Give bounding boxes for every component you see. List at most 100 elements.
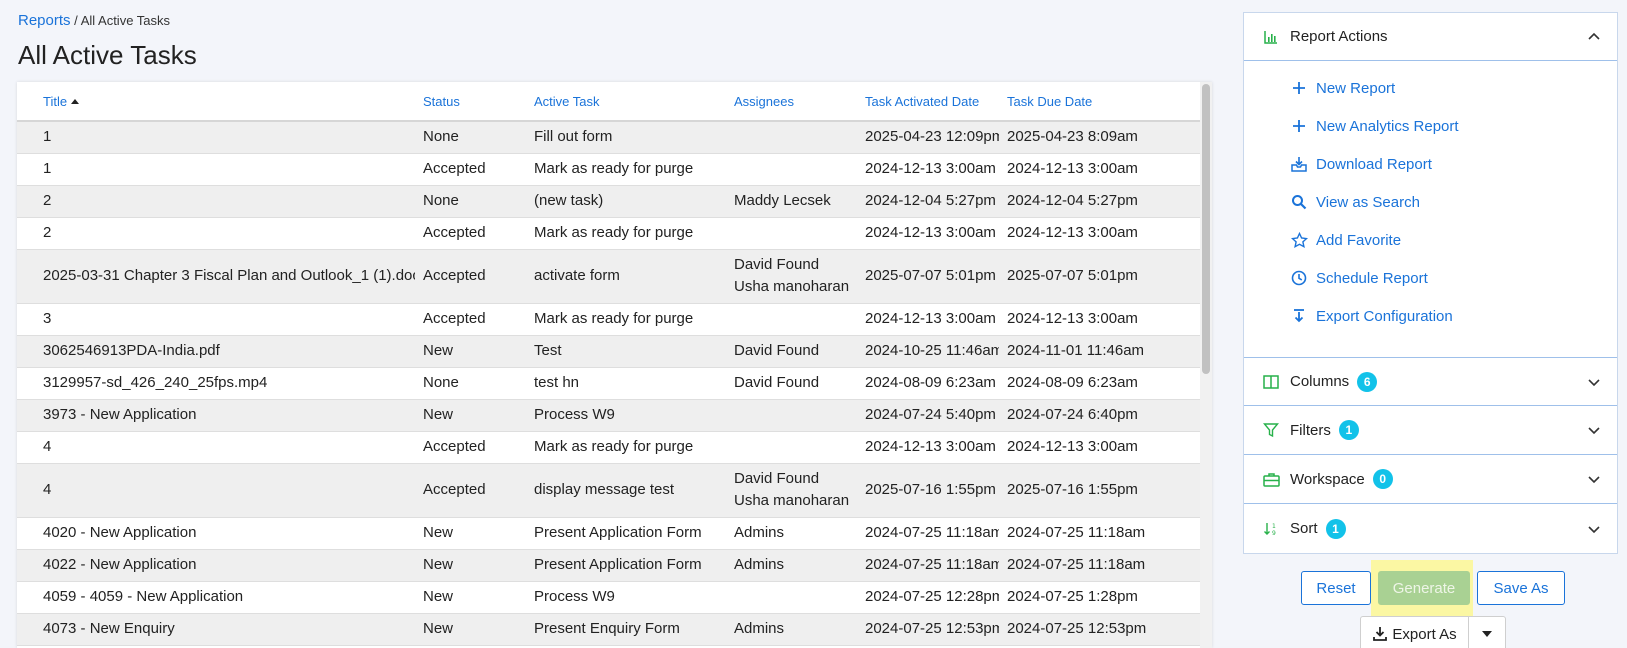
cell-task-due-date: 2024-11-01 11:46am [999, 335, 1203, 368]
report-table-card: Title Status Active Task Assignees Task … [17, 82, 1212, 648]
cell-active-task: Fill out form [526, 121, 726, 154]
cell-assignees [726, 153, 857, 186]
section-columns-header[interactable]: Columns 6 [1244, 358, 1617, 406]
table-scrollbar[interactable] [1200, 82, 1212, 648]
action-label: Add Favorite [1316, 231, 1402, 249]
table-row[interactable]: 2 None (new task) Maddy Lecsek 2024-12-04 5:… [17, 185, 1203, 218]
column-header-status[interactable]: Status [415, 82, 526, 122]
table-header-row: Title Status Active Task Assignees Task … [17, 82, 1203, 122]
cell-title: 1 [17, 153, 415, 186]
cell-active-task: Present Application Form [526, 517, 726, 550]
table-row[interactable]: 3129957-sd_426_240_25fps.mp4 None test hn D… [17, 367, 1203, 400]
export-as-button-group: Export As [1360, 616, 1506, 648]
cell-title: 4 [17, 463, 415, 518]
column-header-assignees[interactable]: Assignees [726, 82, 857, 122]
table-row[interactable]: 4020 - New Application New Present Applica… [17, 517, 1203, 550]
generate-button[interactable]: Generate [1378, 571, 1470, 605]
column-header-active-task[interactable]: Active Task [526, 82, 726, 122]
cell-status: Accepted [415, 153, 526, 186]
table-row[interactable]: 3973 - New Application New Process W9 2024-… [17, 399, 1203, 432]
cell-status: Accepted [415, 463, 526, 518]
action-schedule-report[interactable]: Schedule Report [1244, 259, 1617, 297]
table-row[interactable]: 4073 - New Enquiry New Present Enquiry For… [17, 613, 1203, 646]
cell-active-task: Present Application Form [526, 549, 726, 582]
save-as-button[interactable]: Save As [1477, 571, 1565, 605]
export-as-label: Export As [1392, 625, 1457, 643]
chevron-up-icon[interactable] [1587, 30, 1601, 44]
action-view-as-search[interactable]: View as Search [1244, 183, 1617, 221]
cell-status: New [415, 335, 526, 368]
cell-assignees: Admins [726, 549, 857, 582]
table-row[interactable]: 4 Accepted display message test David Found… [17, 463, 1203, 518]
table-row[interactable]: 3 Accepted Mark as ready for purge 2024-12-… [17, 303, 1203, 336]
section-workspace-header[interactable]: Workspace 0 [1244, 455, 1617, 504]
table-row[interactable]: 1 None Fill out form 2025-04-23 12:09pm 2025… [17, 121, 1203, 154]
table-row[interactable]: 4059 - 4059 - New Application New Process … [17, 581, 1203, 614]
cell-task-due-date: 2024-07-24 6:40pm [999, 399, 1203, 432]
table-row[interactable]: 4 Accepted Mark as ready for purge 2024-12-… [17, 431, 1203, 464]
action-new-report[interactable]: New Report [1244, 69, 1617, 107]
count-badge: 1 [1325, 518, 1346, 539]
column-header-task-activated-date[interactable]: Task Activated Date [857, 82, 999, 122]
cell-task-due-date: 2024-12-13 3:00am [999, 303, 1203, 336]
cell-task-activated-date: 2024-08-09 6:23am [857, 367, 999, 400]
column-header-title[interactable]: Title [17, 82, 415, 122]
export-as-button[interactable]: Export As [1361, 617, 1469, 648]
cell-task-due-date: 2024-08-09 6:23am [999, 367, 1203, 400]
table-scrollbar-thumb[interactable] [1202, 84, 1210, 374]
action-add-favorite[interactable]: Add Favorite [1244, 221, 1617, 259]
action-label: Schedule Report [1316, 269, 1428, 287]
cell-assignees [726, 121, 857, 154]
table-row[interactable]: 1 Accepted Mark as ready for purge 2024-12-… [17, 153, 1203, 186]
action-label: New Analytics Report [1316, 117, 1459, 135]
export-dropdown-toggle[interactable] [1469, 617, 1505, 648]
cell-status: None [415, 367, 526, 400]
assignee-name: Maddy Lecsek [734, 192, 831, 209]
page-title: All Active Tasks [18, 40, 197, 70]
action-export-configuration[interactable]: Export Configuration [1244, 297, 1617, 335]
assignee-name: David Found [734, 256, 820, 273]
cell-assignees: David Found Usha manoharan [726, 249, 857, 304]
cell-title: 4059 - 4059 - New Application [17, 581, 415, 614]
bar-chart-icon [1262, 28, 1280, 46]
chevron-down-icon[interactable] [1587, 423, 1601, 437]
cell-assignees: Admins [726, 613, 857, 646]
section-filters-header[interactable]: Filters 1 [1244, 406, 1617, 455]
cell-task-activated-date: 2024-12-13 3:00am [857, 153, 999, 186]
cell-assignees: David Found [726, 367, 857, 400]
table-row[interactable]: 2025-03-31 Chapter 3 Fiscal Plan and Out… [17, 249, 1203, 304]
cell-active-task: Mark as ready for purge [526, 303, 726, 336]
report-actions-header[interactable]: Report Actions [1244, 13, 1617, 61]
reset-button[interactable]: Reset [1301, 571, 1371, 605]
section-sort-header[interactable]: 1 9 Sort 1 [1244, 504, 1617, 553]
cell-status: Accepted [415, 217, 526, 250]
table-row[interactable]: 4022 - New Application New Present Applica… [17, 549, 1203, 582]
assignee-name: Admins [734, 620, 785, 637]
cell-task-activated-date: 2024-07-25 12:53pm [857, 613, 999, 646]
action-label: New Report [1316, 79, 1396, 97]
cell-assignees [726, 303, 857, 336]
cell-title: 3062546913PDA-India.pdf [17, 335, 415, 368]
filter-icon [1262, 421, 1280, 439]
cell-title: 3 [17, 303, 415, 336]
action-download-report[interactable]: Download Report [1244, 145, 1617, 183]
breadcrumb-reports-link[interactable]: Reports [18, 12, 71, 29]
cell-task-due-date: 2024-07-25 12:53pm [999, 613, 1203, 646]
cell-title: 3129957-sd_426_240_25fps.mp4 [17, 367, 415, 400]
cell-active-task: Mark as ready for purge [526, 217, 726, 250]
chevron-down-icon[interactable] [1587, 472, 1601, 486]
table-body: 1 None Fill out form 2025-04-23 12:09pm 2025… [17, 121, 1203, 646]
cell-task-due-date: 2024-07-25 1:28pm [999, 581, 1203, 614]
svg-text:9: 9 [1272, 530, 1276, 537]
column-header-task-due-date[interactable]: Task Due Date [999, 82, 1203, 122]
action-new-analytics-report[interactable]: New Analytics Report [1244, 107, 1617, 145]
report-actions-title: Report Actions [1290, 28, 1388, 45]
assignee-name: David Found [734, 470, 820, 487]
chevron-down-icon[interactable] [1587, 375, 1601, 389]
table-row[interactable]: 2 Accepted Mark as ready for purge 2024-12-… [17, 217, 1203, 250]
clock-icon [1290, 269, 1308, 287]
cell-task-activated-date: 2024-12-13 3:00am [857, 303, 999, 336]
sort-ascending-icon [71, 98, 80, 104]
chevron-down-icon[interactable] [1587, 522, 1601, 536]
table-row[interactable]: 3062546913PDA-India.pdf New Test David Foun… [17, 335, 1203, 368]
